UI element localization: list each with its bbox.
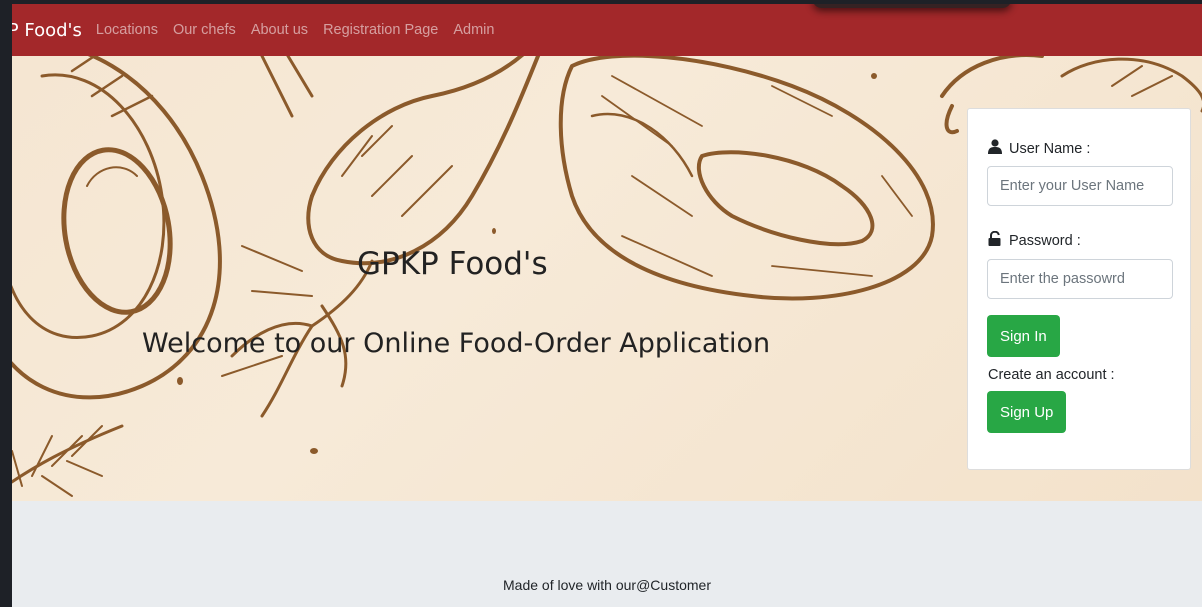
user-icon [988, 139, 1002, 158]
page-frame: KP Food's Locations Our chefs About us R… [12, 4, 1202, 607]
window-overlay-shadow [812, 4, 1012, 8]
nav-link-admin[interactable]: Admin [453, 22, 494, 38]
brand-logo[interactable]: KP Food's [12, 20, 82, 41]
username-input[interactable] [987, 166, 1173, 206]
nav-link-about-us[interactable]: About us [251, 22, 308, 38]
password-label-row: Password : [988, 230, 1081, 250]
navbar: KP Food's Locations Our chefs About us R… [12, 4, 1202, 56]
sign-up-button[interactable]: Sign Up [987, 391, 1067, 433]
login-card: User Name : Password : Sign In Create an… [967, 108, 1191, 470]
hero-subtitle: Welcome to our Online Food-Order Applica… [142, 328, 771, 359]
hero-title: GPKP Food's [357, 246, 548, 282]
nav-link-locations[interactable]: Locations [96, 22, 158, 38]
steak-shape [558, 56, 935, 301]
password-label: Password : [1009, 232, 1081, 249]
nav-link-registration[interactable]: Registration Page [323, 22, 438, 38]
username-label-row: User Name : [988, 139, 1090, 158]
create-account-text: Create an account : [988, 367, 1115, 383]
unlock-icon [988, 230, 1002, 250]
password-input[interactable] [987, 259, 1173, 299]
username-label: User Name : [1009, 140, 1091, 157]
radish-body [310, 56, 525, 198]
footer-text: Made of love with our@Customer [503, 577, 711, 593]
nav-link-our-chefs[interactable]: Our chefs [173, 22, 236, 38]
sign-in-button[interactable]: Sign In [987, 315, 1060, 357]
